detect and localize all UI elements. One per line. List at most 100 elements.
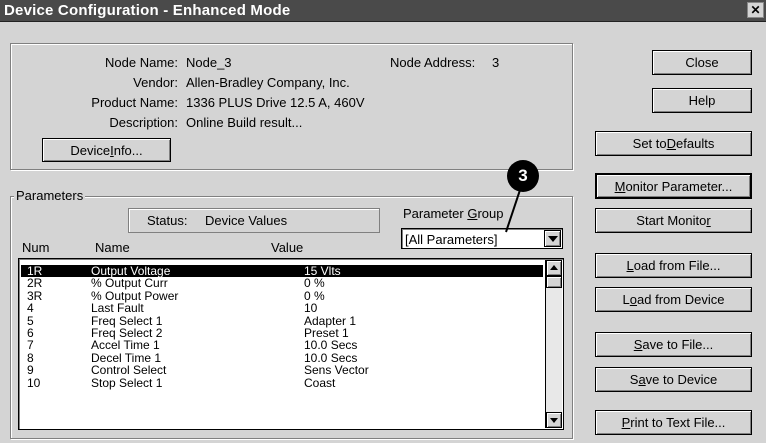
node-address-label: Node Address: xyxy=(390,55,476,70)
load-file-accel: L xyxy=(626,258,634,273)
monitor-parameter-button[interactable]: Monitor Parameter... xyxy=(595,173,752,199)
help-button[interactable]: Help xyxy=(652,88,752,113)
load-from-device-button[interactable]: Lo ad from Device xyxy=(595,287,752,312)
set-to-defaults-button[interactable]: Set to Defaults xyxy=(595,131,752,156)
vendor-value: Allen-Bradley Company, Inc. xyxy=(186,75,350,90)
cell-num: 6 xyxy=(27,326,34,340)
cell-value: 0 % xyxy=(304,288,325,303)
node-name-label: Node Name: xyxy=(105,55,178,70)
scroll-thumb[interactable] xyxy=(546,276,562,288)
set-defaults-accel: D xyxy=(666,136,677,151)
cell-name: Accel Time 1 xyxy=(91,338,160,353)
device-info-button-label: Device xyxy=(70,142,111,158)
table-row[interactable]: 4 Last Fault 10 xyxy=(21,302,543,314)
table-row[interactable]: 5 Freq Select 1 Adapter 1 xyxy=(21,315,543,327)
save-device-accel: a xyxy=(638,372,646,387)
start-monitor-label: Start Monito xyxy=(636,213,707,228)
status-value: Device Values xyxy=(205,213,288,228)
column-header-value: Value xyxy=(271,240,304,255)
cell-value: 0 % xyxy=(304,276,325,291)
start-monitor-button[interactable]: Start Monito r xyxy=(595,208,752,233)
cell-name: Freq Select 1 xyxy=(91,313,163,328)
callout-badge: 3 xyxy=(507,160,539,192)
start-monitor-accel: r xyxy=(706,213,711,228)
load-device-accel: o xyxy=(629,292,638,307)
parameters-group-title: Parameters xyxy=(14,188,86,203)
device-info-button[interactable]: Device Info... xyxy=(42,138,171,162)
load-from-file-button[interactable]: Load from File... xyxy=(595,253,752,278)
parameter-group-selected: [All Parameters] xyxy=(405,232,498,247)
cell-num: 7 xyxy=(27,338,34,353)
load-file-label-rest: oad from File... xyxy=(633,258,721,273)
cell-num: 3R xyxy=(27,288,43,303)
cell-name: Freq Select 2 xyxy=(91,326,163,340)
parameter-group-label: Parameter Group xyxy=(403,206,503,221)
monitor-parameter-label-rest: onitor Parameter... xyxy=(625,178,733,194)
close-button[interactable]: Close xyxy=(652,50,752,75)
load-device-label: L xyxy=(622,292,630,307)
help-button-label: Help xyxy=(688,93,716,108)
parameter-group-label-text: Parameter xyxy=(403,206,468,221)
cell-name: Control Select xyxy=(91,363,167,378)
node-address-value: 3 xyxy=(492,55,500,70)
title-bar: Device Configuration - Enhanced Mode ✕ xyxy=(0,0,766,22)
table-row[interactable]: 10 Stop Select 1 Coast xyxy=(21,377,543,389)
table-row[interactable]: 8 Decel Time 1 10.0 Secs xyxy=(21,352,543,364)
device-configuration-window: Device Configuration - Enhanced Mode ✕ N… xyxy=(0,0,766,443)
print-text-accel: P xyxy=(621,415,631,430)
cell-num: 5 xyxy=(27,313,34,328)
monitor-parameter-accel: M xyxy=(614,178,626,194)
cell-value: Sens Vector xyxy=(304,363,369,378)
scroll-up-arrow-icon[interactable] xyxy=(546,260,562,276)
scroll-down-arrow-icon[interactable] xyxy=(546,412,562,428)
print-to-text-file-button[interactable]: Print to Text File... xyxy=(595,410,752,435)
product-name-value: 1336 PLUS Drive 12.5 A, 460V xyxy=(186,95,365,110)
table-row[interactable]: 2R % Output Curr 0 % xyxy=(21,277,543,289)
parameter-group-label-accel: G xyxy=(467,206,478,221)
window-title: Device Configuration - Enhanced Mode xyxy=(4,2,291,19)
chevron-down-icon[interactable] xyxy=(544,230,561,247)
window-close-button[interactable]: ✕ xyxy=(747,2,764,18)
save-file-label-rest: ave to File... xyxy=(642,337,714,352)
cell-name: Decel Time 1 xyxy=(91,350,162,365)
cell-name: Stop Select 1 xyxy=(91,375,163,390)
save-device-label-rest: ve to Device xyxy=(645,372,718,387)
table-row[interactable]: 9 Control Select Sens Vector xyxy=(21,364,543,376)
table-row[interactable]: 1R Output Voltage 15 Vlts xyxy=(21,265,543,277)
cell-name: Output Voltage xyxy=(91,264,171,278)
vendor-label: Vendor: xyxy=(133,75,178,90)
cell-name: % Output Power xyxy=(91,288,179,303)
table-row[interactable]: 7 Accel Time 1 10.0 Secs xyxy=(21,339,543,351)
cell-value: Coast xyxy=(304,375,336,390)
cell-num: 10 xyxy=(27,375,41,390)
save-file-accel: S xyxy=(633,337,643,352)
parameter-list[interactable]: 1R Output Voltage 15 Vlts 2R % Output Curr 0 … xyxy=(18,258,564,430)
cell-num: 4 xyxy=(27,301,34,316)
cell-num: 1R xyxy=(27,264,43,278)
node-name-value: Node_3 xyxy=(186,55,232,70)
save-to-device-button[interactable]: Sa ve to Device xyxy=(595,367,752,392)
load-device-label-rest: ad from Device xyxy=(637,292,725,307)
table-row[interactable]: 3R % Output Power 0 % xyxy=(21,290,543,302)
device-info-button-label-rest: nfo... xyxy=(113,142,143,158)
save-device-label: S xyxy=(629,372,639,387)
parameter-list-scrollbar[interactable] xyxy=(545,260,562,428)
cell-name: % Output Curr xyxy=(91,276,168,291)
description-label: Description: xyxy=(109,115,178,130)
cell-value: Preset 1 xyxy=(304,326,349,340)
description-value: Online Build result... xyxy=(186,115,303,130)
cell-num: 9 xyxy=(27,363,34,378)
close-button-label: Close xyxy=(685,55,719,70)
set-defaults-label-rest: efaults xyxy=(676,136,715,151)
cell-num: 8 xyxy=(27,350,34,365)
save-to-file-button[interactable]: Save to File... xyxy=(595,332,752,357)
print-text-label-rest: rint to Text File... xyxy=(630,415,726,430)
cell-name: Last Fault xyxy=(91,301,144,316)
cell-value: 10.0 Secs xyxy=(304,350,358,365)
set-defaults-label: Set to xyxy=(632,136,667,151)
table-row[interactable]: 6 Freq Select 2 Preset 1 xyxy=(21,327,543,339)
parameter-group-select[interactable]: [All Parameters] xyxy=(401,228,563,249)
cell-num: 2R xyxy=(27,276,43,291)
cell-value: 15 Vlts xyxy=(304,264,341,278)
column-header-num: Num xyxy=(22,240,50,255)
